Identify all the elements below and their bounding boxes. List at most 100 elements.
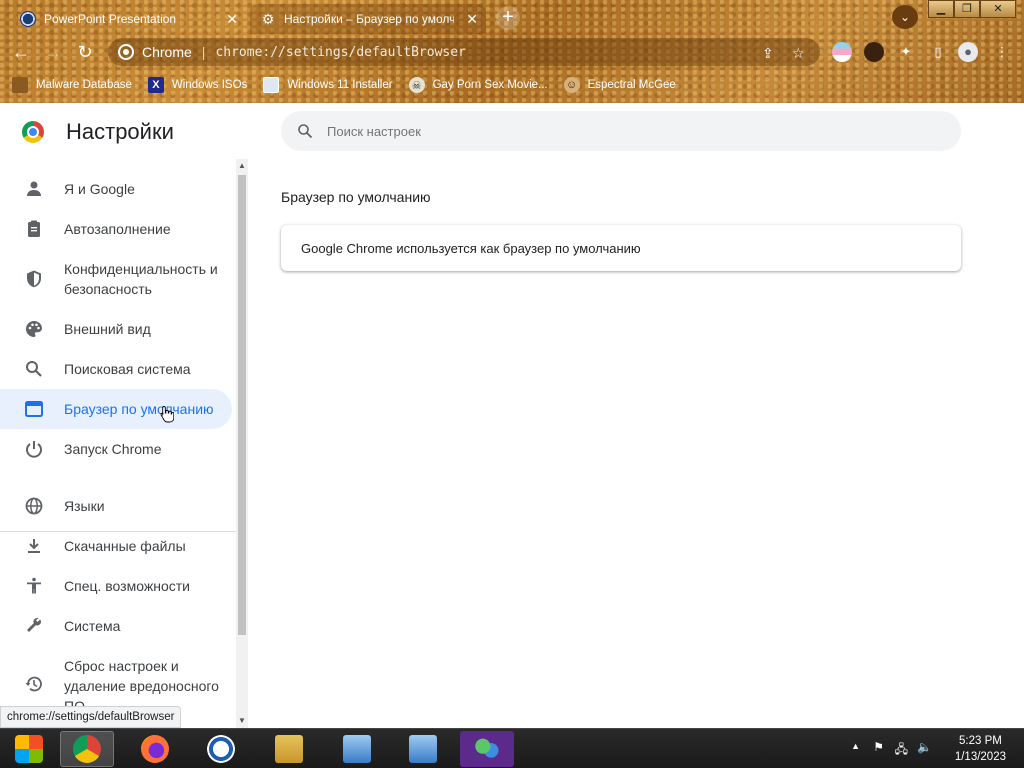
sidebar-item-label: Внешний вид	[64, 321, 151, 337]
bookmark-label: Espectral McGee	[587, 79, 676, 91]
taskbar-obama-app[interactable]	[194, 731, 248, 767]
sidebar-item-downloads[interactable]: Скачанные файлы	[0, 526, 232, 566]
puzzle-extensions-icon[interactable]: ✦	[896, 42, 916, 62]
start-button[interactable]	[2, 731, 56, 767]
taskbar-file-explorer[interactable]	[262, 731, 316, 767]
flag-icon[interactable]: ⚑	[873, 740, 884, 754]
windows-logo-icon	[15, 735, 43, 763]
powerpoint-favicon-icon	[20, 11, 36, 27]
browser-window-icon	[25, 401, 43, 417]
close-tab-icon[interactable]: ✕	[226, 11, 238, 28]
forward-arrow-icon[interactable]: →	[42, 41, 64, 63]
sidebar-item-label: Языки	[64, 498, 105, 514]
hand-cursor-icon	[160, 406, 174, 423]
tab-search-chevron-icon[interactable]: ⌄	[892, 5, 918, 29]
settings-sidebar: Я и Google Автозаполнение Конфиденциальн…	[0, 159, 236, 728]
sidebar-item-label: Система	[64, 618, 121, 634]
profile-avatar-icon[interactable]: ●	[958, 42, 978, 62]
taskbar-chrome[interactable]	[60, 731, 114, 767]
sidebar-item-default-browser[interactable]: Браузер по умолчанию	[0, 389, 232, 429]
kebab-menu-icon[interactable]: ⋮	[992, 42, 1012, 62]
scroll-down-arrow-icon[interactable]: ▼	[236, 714, 248, 728]
bookmark-label: Windows 11 Installer	[287, 79, 393, 91]
skull-icon: ☠	[408, 77, 425, 93]
shield-icon	[27, 270, 41, 288]
new-tab-button[interactable]: +	[496, 6, 520, 30]
folder-icon	[275, 735, 303, 763]
sidebar-item-label: Браузер по умолчанию	[64, 401, 214, 417]
computer-icon	[409, 735, 437, 763]
clock-date: 1/13/2023	[954, 751, 1006, 763]
bookmarks-bar: Malware Database X Windows ISOs Windows …	[0, 70, 1024, 100]
firefox-icon	[141, 735, 169, 763]
bookmark-item[interactable]: ☠ Gay Porn Sex Movie...	[408, 77, 548, 93]
close-window-button[interactable]: ✕	[980, 0, 1016, 18]
minimize-button[interactable]: ▁	[928, 0, 954, 18]
share-icon[interactable]: ⇪	[762, 45, 774, 62]
gear-icon: ⚙	[261, 10, 275, 27]
taskbar-remote-desktop-1[interactable]	[330, 731, 384, 767]
close-tab-icon[interactable]: ✕	[466, 11, 478, 28]
scroll-up-arrow-icon[interactable]: ▲	[236, 159, 248, 173]
sidebar-item-system[interactable]: Система	[0, 606, 232, 646]
avatar-extension-icon[interactable]	[864, 42, 884, 62]
clock-time: 5:23 PM	[959, 735, 1002, 747]
sidebar-item-privacy[interactable]: Конфиденциальность и безопасность	[0, 249, 232, 309]
document-icon	[12, 77, 28, 93]
sidebar-item-label: Поисковая система	[64, 361, 191, 377]
person-icon	[27, 181, 41, 196]
tab-title: PowerPoint Presentation	[44, 12, 177, 26]
wrench-icon	[27, 617, 42, 632]
power-icon	[26, 441, 42, 458]
clipboard-icon	[28, 220, 40, 237]
volume-icon[interactable]: 🔈	[917, 740, 932, 754]
sidebar-scrollbar-thumb[interactable]	[238, 175, 246, 635]
bookmark-star-icon[interactable]: ☆	[792, 45, 805, 62]
bookmark-label: Windows ISOs	[171, 79, 248, 91]
sidebar-item-autofill[interactable]: Автозаполнение	[0, 209, 232, 249]
network-icon[interactable]: 🖧	[895, 740, 908, 761]
search-input[interactable]	[327, 123, 887, 139]
bookmark-item[interactable]: ☺ Espectral McGee	[563, 77, 676, 93]
bookmark-item[interactable]: Malware Database	[12, 77, 132, 93]
search-icon	[298, 124, 313, 139]
toolbar: ← → ↻ Chrome | chrome://settings/default…	[0, 34, 1024, 70]
chrome-icon	[73, 735, 101, 763]
reload-icon[interactable]: ↻	[74, 41, 96, 63]
address-scheme: Chrome	[142, 44, 192, 60]
sidebar-item-search-engine[interactable]: Поисковая система	[0, 349, 232, 389]
taskbar-remote-desktop-2[interactable]	[396, 731, 450, 767]
tab-title: Настройки – Браузер по умолча	[284, 12, 454, 26]
people-icon	[473, 735, 501, 763]
address-separator: |	[201, 44, 206, 60]
sidebar-item-label: Спец. возможности	[64, 578, 190, 594]
tab-settings[interactable]: ⚙ Настройки – Браузер по умолча ✕	[250, 4, 486, 34]
accessibility-icon	[27, 577, 41, 594]
taskbar-messenger[interactable]	[460, 731, 514, 767]
sidebar-item-you-and-google[interactable]: Я и Google	[0, 169, 232, 209]
tab-powerpoint[interactable]: PowerPoint Presentation ✕	[10, 4, 246, 34]
address-url[interactable]: chrome://settings/defaultBrowser	[215, 45, 465, 60]
clock[interactable]: 5:23 PM 1/13/2023	[955, 733, 1006, 765]
face-icon: ☺	[563, 77, 580, 93]
sidebar-item-on-startup[interactable]: Запуск Chrome	[0, 429, 232, 469]
maximize-button[interactable]: ❐	[954, 0, 980, 18]
show-hidden-icons-chevron-icon[interactable]: ▲	[851, 741, 860, 751]
taskbar-firefox[interactable]	[128, 731, 182, 767]
sidebar-item-appearance[interactable]: Внешний вид	[0, 309, 232, 349]
settings-search[interactable]	[281, 111, 961, 151]
back-arrow-icon[interactable]: ←	[10, 41, 32, 63]
default-browser-status: Google Chrome используется как браузер п…	[301, 240, 641, 256]
restore-history-icon	[25, 676, 42, 692]
bookmark-item[interactable]: Windows 11 Installer	[263, 77, 393, 93]
sidebar-item-label: Я и Google	[64, 181, 135, 197]
sidebar-item-label: Конфиденциальность и безопасность	[64, 261, 218, 297]
chrome-page-icon	[118, 44, 134, 60]
sidebar-item-languages[interactable]: Языки	[0, 486, 232, 526]
browser-frame: PowerPoint Presentation ✕ ⚙ Настройки – …	[0, 0, 1024, 103]
flag-extension-icon[interactable]	[832, 42, 852, 62]
address-bar[interactable]: Chrome | chrome://settings/defaultBrowse…	[108, 38, 820, 66]
side-panel-icon[interactable]: ▯	[928, 42, 948, 62]
sidebar-item-accessibility[interactable]: Спец. возможности	[0, 566, 232, 606]
bookmark-item[interactable]: X Windows ISOs	[147, 77, 248, 93]
